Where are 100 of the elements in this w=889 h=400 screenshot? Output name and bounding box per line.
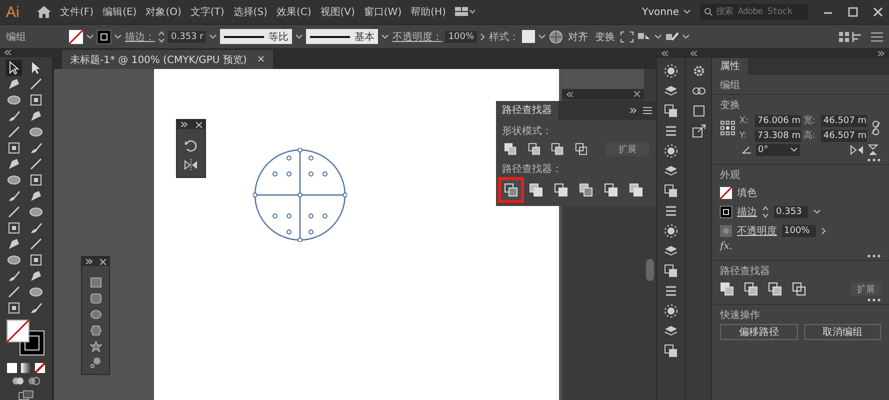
shape-mode-icon[interactable] (504, 142, 517, 156)
fill-none-swatch[interactable] (720, 186, 732, 198)
menu-item[interactable]: 窗口(W) (364, 5, 402, 19)
recolor-icon[interactable] (665, 30, 680, 42)
menu-item[interactable]: 效果(C) (276, 5, 312, 19)
shape-tool-icon[interactable] (6, 220, 22, 236)
lines-icon[interactable] (664, 124, 678, 138)
sun-icon[interactable] (664, 304, 678, 318)
close-icon[interactable] (100, 258, 106, 264)
opacity-label[interactable]: 不透明度： (392, 30, 442, 44)
style-swatch[interactable] (522, 30, 536, 43)
none-color-icon[interactable] (35, 362, 45, 373)
rounded-rectangle-tool-icon[interactable] (90, 293, 102, 304)
unlinked-chain-icon[interactable] (871, 120, 881, 136)
color-icon[interactable] (7, 362, 17, 373)
quick-action-button[interactable]: 取消编组 (804, 324, 881, 340)
menu-item[interactable]: 视图(V) (320, 5, 355, 19)
opacity-field[interactable]: 100% (782, 224, 816, 236)
stroke-swatch[interactable] (720, 206, 732, 218)
dropdown-icon[interactable] (683, 9, 691, 15)
stroke-swatch[interactable] (97, 30, 111, 44)
dropdown-icon[interactable] (538, 34, 546, 40)
frame-icon[interactable] (692, 104, 706, 118)
dropdown-icon[interactable] (682, 34, 690, 40)
toolbar-button[interactable]: 对齐 (566, 30, 590, 44)
shape-mode-icon[interactable] (528, 142, 540, 156)
swatches-icon[interactable] (664, 344, 678, 358)
ellipse-tool-icon[interactable] (90, 309, 102, 320)
collapse-icon[interactable] (4, 50, 12, 55)
screen-mode-icon[interactable] (17, 390, 35, 400)
menu-item[interactable]: 帮助(H) (410, 5, 446, 19)
flip-vertical-icon[interactable] (868, 144, 878, 156)
shape-mode-icon[interactable] (744, 282, 758, 296)
expand-icon[interactable] (180, 122, 188, 127)
stroke-label[interactable]: 描边 (737, 204, 757, 218)
scrollbar-thumb[interactable] (646, 259, 654, 281)
fill-swatch[interactable] (69, 30, 83, 44)
layers-icon[interactable] (664, 244, 678, 258)
list-icon[interactable] (871, 32, 883, 42)
collapse-icon[interactable] (661, 50, 669, 56)
pathfinder-button[interactable] (501, 180, 521, 200)
shape-mode-icon[interactable] (720, 282, 734, 296)
dropdown-icon[interactable] (654, 34, 662, 40)
effects-button[interactable]: fx. (720, 241, 881, 252)
collapse-icon[interactable] (690, 50, 698, 56)
gear-icon[interactable] (692, 64, 706, 78)
height-field[interactable]: 46.507 m (821, 130, 868, 142)
home-icon[interactable] (37, 6, 51, 18)
close-icon[interactable] (634, 91, 640, 97)
dropdown-icon[interactable] (86, 34, 94, 40)
layers-icon[interactable] (664, 164, 678, 178)
stepper-icon[interactable] (158, 30, 165, 42)
draw-mode-icon[interactable] (12, 376, 24, 386)
sun-icon[interactable] (664, 144, 678, 158)
polygon-tool-icon[interactable] (90, 325, 102, 336)
expand-icon[interactable] (629, 108, 637, 113)
width-field[interactable]: 46.507 m (821, 114, 868, 126)
stepper-icon[interactable] (762, 206, 769, 218)
opacity-field[interactable]: 100% (445, 30, 478, 42)
chevron-right-icon[interactable] (480, 32, 486, 40)
dropdown-icon[interactable] (813, 208, 821, 214)
swatches-icon[interactable] (664, 264, 678, 278)
gradient-icon[interactable] (21, 362, 31, 373)
quick-action-button[interactable]: 偏移路径 (720, 324, 798, 340)
x-field[interactable]: 76.006 m (755, 114, 802, 126)
chevron-right-icon[interactable] (821, 226, 827, 234)
close-icon[interactable] (873, 7, 883, 17)
line-tool-icon[interactable] (28, 156, 44, 172)
selection-tool-icon[interactable] (6, 60, 22, 76)
flare-tool-icon[interactable] (90, 357, 102, 368)
more-options-icon[interactable] (867, 298, 881, 302)
line-tool-icon[interactable] (28, 236, 44, 252)
close-icon[interactable] (196, 122, 202, 128)
draw-behind-icon[interactable] (28, 376, 40, 386)
user-menu[interactable]: Yvonne (642, 6, 691, 18)
swatches-icon[interactable] (664, 104, 678, 118)
dropdown-icon[interactable] (381, 34, 390, 40)
dropdown-icon[interactable] (114, 34, 122, 40)
shape-mode-icon[interactable] (574, 142, 588, 156)
menu-item[interactable]: 文件(F) (60, 5, 94, 19)
crop-icon[interactable] (620, 30, 634, 42)
rectangle-tool-icon[interactable] (90, 277, 102, 288)
rotate-tool-icon[interactable] (184, 139, 198, 153)
shape-mode-icon[interactable] (551, 142, 564, 156)
line-tool-icon[interactable] (6, 284, 22, 300)
reflect-tool-icon[interactable] (184, 159, 198, 171)
line-tool-icon[interactable] (6, 124, 22, 140)
expand-icon[interactable] (877, 50, 885, 56)
shape-tool-icon[interactable] (6, 140, 22, 156)
menu-item[interactable]: 对象(O) (146, 5, 182, 19)
expand-icon[interactable] (85, 259, 93, 264)
more-options-icon[interactable] (867, 254, 881, 258)
dropdown-icon[interactable] (295, 34, 304, 40)
shape-tool-icon[interactable] (28, 252, 44, 268)
panel-tab[interactable]: 路径查找器 (496, 101, 558, 120)
shape-tool-icon[interactable] (6, 300, 22, 316)
menu-item[interactable]: 文字(T) (190, 5, 224, 19)
layers-icon[interactable] (664, 324, 678, 338)
lines-icon[interactable] (664, 284, 678, 298)
collapse-icon[interactable] (566, 92, 574, 96)
